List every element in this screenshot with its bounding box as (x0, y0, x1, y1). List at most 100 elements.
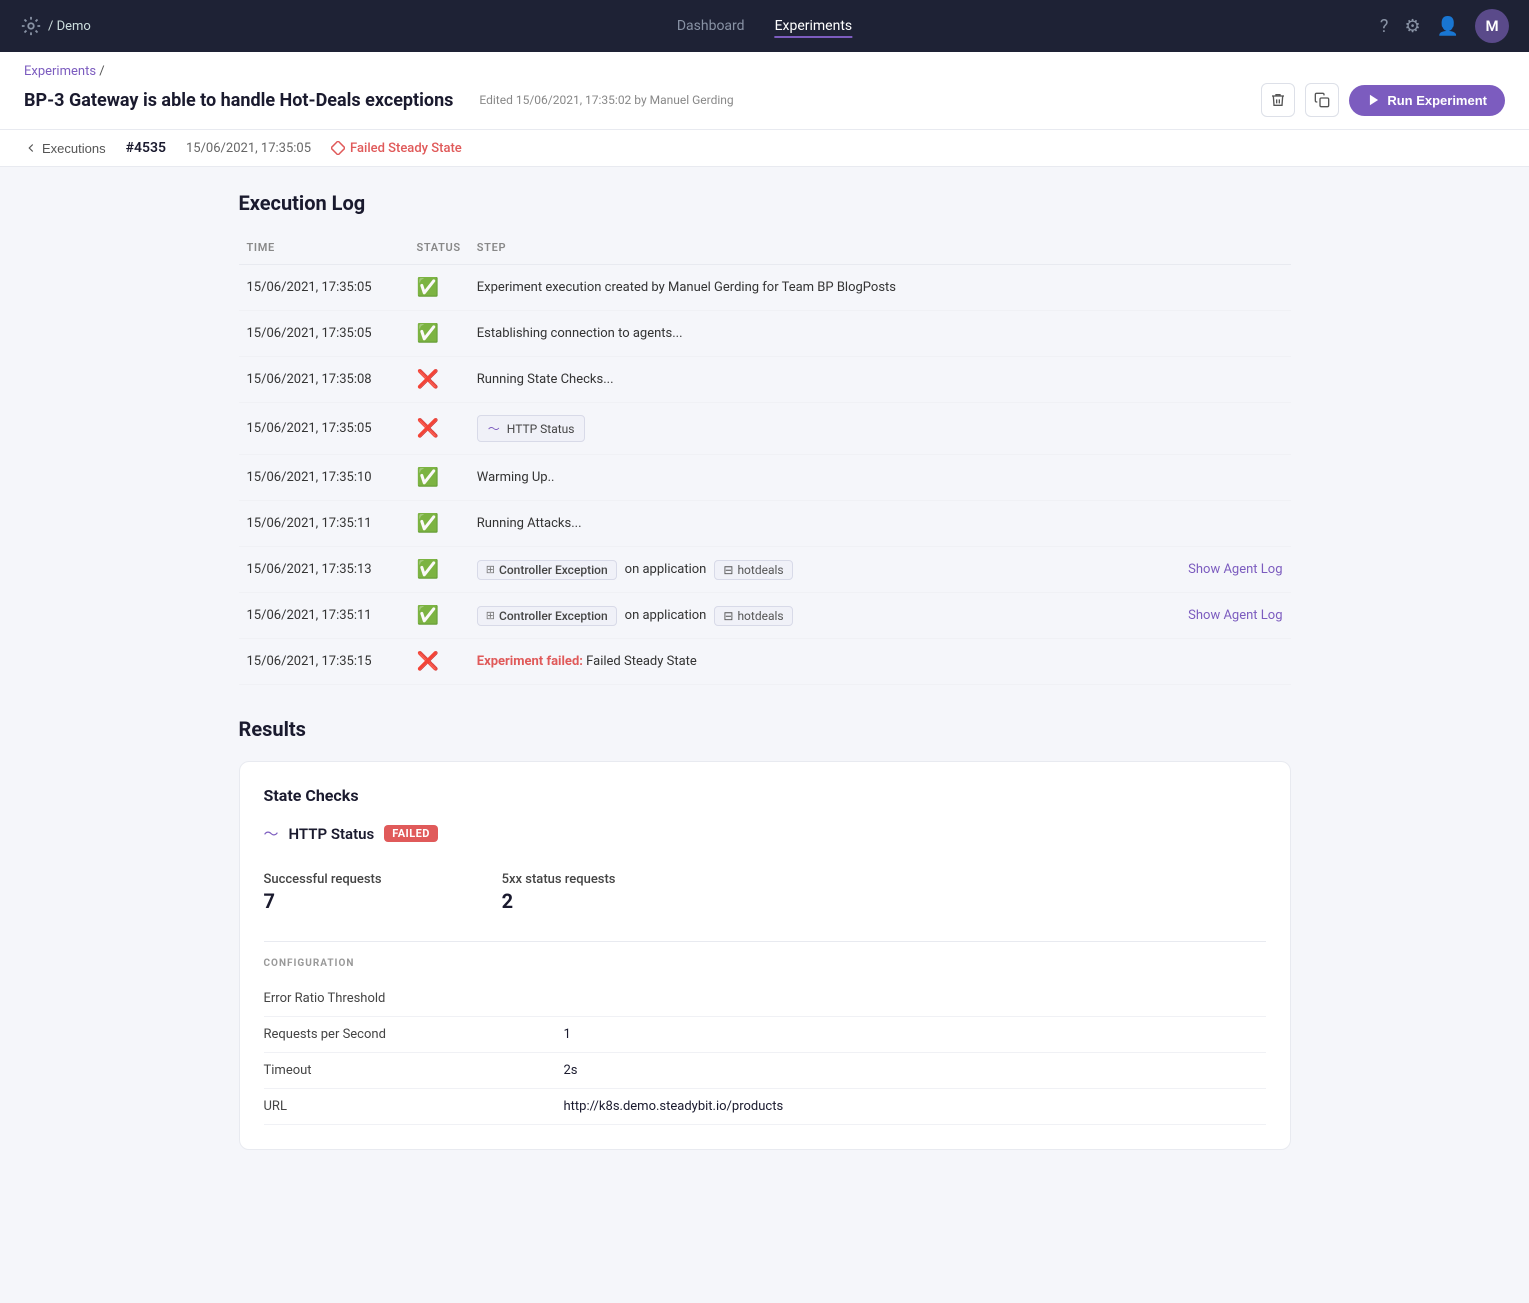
log-time: 15/06/2021, 17:35:05 (239, 403, 409, 455)
config-value: 1 (564, 1027, 571, 1042)
config-key: Timeout (264, 1063, 564, 1078)
breadcrumb-link[interactable]: Experiments (24, 64, 96, 79)
results-title: Results (239, 717, 1291, 741)
col-step: STEP (469, 235, 1291, 265)
avatar[interactable]: M (1475, 9, 1509, 43)
success-icon: ✅ (417, 467, 439, 488)
log-step: Warming Up.. (469, 455, 1291, 501)
log-step: Running Attacks... (469, 501, 1291, 547)
logo-text: / Demo (48, 19, 91, 34)
config-row: Timeout 2s (264, 1053, 1266, 1089)
main-content: Execution Log TIME STATUS STEP 15/06/202… (215, 167, 1315, 1174)
log-time: 15/06/2021, 17:35:11 (239, 593, 409, 639)
show-agent-log-link[interactable]: Show Agent Log (1188, 562, 1282, 577)
fail-icon: ❌ (417, 369, 439, 390)
fail-icon: ❌ (417, 418, 439, 439)
back-to-executions[interactable]: Executions (24, 141, 106, 156)
run-experiment-button[interactable]: Run Experiment (1349, 85, 1505, 116)
nav-dashboard[interactable]: Dashboard (677, 14, 745, 38)
success-icon: ✅ (417, 323, 439, 344)
log-status: ✅ (409, 455, 469, 501)
failed-reason: Failed Steady State (586, 654, 697, 669)
failed-badge: FAILED (384, 825, 438, 842)
topnav: / Demo Dashboard Experiments ? ⚙ 👤 M (0, 0, 1529, 52)
settings-icon[interactable]: ⚙ (1404, 16, 1420, 37)
log-step: Establishing connection to agents... (469, 311, 1291, 357)
user-icon[interactable]: 👤 (1437, 16, 1459, 37)
success-icon: ✅ (417, 513, 439, 534)
log-row: 15/06/2021, 17:35:08 ❌ Running State Check… (239, 357, 1291, 403)
tag-icon: ⊞ (486, 609, 495, 622)
log-time: 15/06/2021, 17:35:13 (239, 547, 409, 593)
config-key: Requests per Second (264, 1027, 564, 1042)
failed-step: Experiment failed: Failed Steady State (477, 654, 1283, 669)
execution-bar: Executions #4535 15/06/2021, 17:35:05 Fa… (0, 130, 1529, 167)
config-row: URL http://k8s.demo.steadybit.io/product… (264, 1089, 1266, 1125)
page-title-row: BP-3 Gateway is able to handle Hot-Deals… (24, 83, 1505, 117)
log-row: 15/06/2021, 17:35:13 ✅ ⊞ Controller Excep… (239, 547, 1291, 593)
config-key: URL (264, 1099, 564, 1114)
col-time: TIME (239, 235, 409, 265)
controller-exception-tag[interactable]: ⊞ Controller Exception (477, 560, 617, 580)
log-status: ✅ (409, 547, 469, 593)
log-row: 15/06/2021, 17:35:05 ❌ 〜HTTP Status (239, 403, 1291, 455)
page-title: BP-3 Gateway is able to handle Hot-Deals… (24, 90, 453, 111)
show-agent-log-link[interactable]: Show Agent Log (1188, 608, 1282, 623)
success-icon: ✅ (417, 559, 439, 580)
on-application-text: on application (625, 562, 707, 577)
log-time: 15/06/2021, 17:35:15 (239, 639, 409, 685)
log-step: ⊞ Controller Exception on application ⊟ … (469, 593, 1291, 639)
log-time: 15/06/2021, 17:35:08 (239, 357, 409, 403)
on-application-text: on application (625, 608, 707, 623)
log-table: TIME STATUS STEP 15/06/2021, 17:35:05✅Ex… (239, 235, 1291, 685)
controller-exception-tag[interactable]: ⊞ Controller Exception (477, 606, 617, 626)
log-time: 15/06/2021, 17:35:05 (239, 265, 409, 311)
log-time: 15/06/2021, 17:35:11 (239, 501, 409, 547)
logo[interactable]: / Demo (20, 15, 91, 37)
metric-successful-label: Successful requests (264, 872, 382, 887)
delete-button[interactable] (1261, 83, 1295, 117)
http-chart-icon: 〜 (264, 823, 279, 844)
execution-log-title: Execution Log (239, 191, 1291, 215)
execution-log-section: Execution Log TIME STATUS STEP 15/06/202… (239, 191, 1291, 685)
hotdeals-tag: ⊟ hotdeals (714, 560, 792, 580)
nav-experiments[interactable]: Experiments (775, 14, 853, 38)
log-status: ❌ (409, 403, 469, 455)
log-status: ✅ (409, 311, 469, 357)
config-section: CONFIGURATION Error Ratio Threshold Requ… (264, 941, 1266, 1125)
log-status: ✅ (409, 265, 469, 311)
config-value: http://k8s.demo.steadybit.io/products (564, 1099, 784, 1114)
http-status-tag[interactable]: 〜HTTP Status (477, 415, 586, 442)
attack-step-row: ⊞ Controller Exception on application ⊟ … (477, 560, 1283, 580)
config-label: CONFIGURATION (264, 958, 1266, 969)
http-status-row: 〜 HTTP Status FAILED (264, 823, 1266, 844)
metric-5xx: 5xx status requests 2 (502, 872, 616, 913)
attack-step-row: ⊞ Controller Exception on application ⊟ … (477, 606, 1283, 626)
metric-5xx-label: 5xx status requests (502, 872, 616, 887)
config-row: Error Ratio Threshold (264, 981, 1266, 1017)
log-status: ✅ (409, 593, 469, 639)
log-row: 15/06/2021, 17:35:05✅Establishing connec… (239, 311, 1291, 357)
breadcrumb: Experiments / (24, 64, 1505, 79)
log-status: ❌ (409, 639, 469, 685)
copy-button[interactable] (1305, 83, 1339, 117)
metric-5xx-value: 2 (502, 889, 616, 913)
success-icon: ✅ (417, 605, 439, 626)
execution-status: Failed Steady State (331, 141, 462, 156)
log-step: 〜HTTP Status (469, 403, 1291, 455)
log-status: ✅ (409, 501, 469, 547)
header-actions: Run Experiment (1261, 83, 1505, 117)
log-row: 15/06/2021, 17:35:05✅Experiment executio… (239, 265, 1291, 311)
results-section: Results State Checks 〜 HTTP Status FAILE… (239, 717, 1291, 1150)
config-value: 2s (564, 1063, 578, 1078)
help-icon[interactable]: ? (1380, 16, 1389, 37)
tag-icon: ⊞ (486, 563, 495, 576)
execution-time: 15/06/2021, 17:35:05 (186, 141, 311, 156)
log-row: 15/06/2021, 17:35:15❌ Experiment failed: … (239, 639, 1291, 685)
log-step: Experiment execution created by Manuel G… (469, 265, 1291, 311)
log-row: 15/06/2021, 17:35:10✅Warming Up.. (239, 455, 1291, 501)
log-step: Running State Checks... (469, 357, 1291, 403)
nav-links: Dashboard Experiments (677, 14, 852, 38)
config-key: Error Ratio Threshold (264, 991, 564, 1006)
topnav-right: ? ⚙ 👤 M (1380, 9, 1509, 43)
